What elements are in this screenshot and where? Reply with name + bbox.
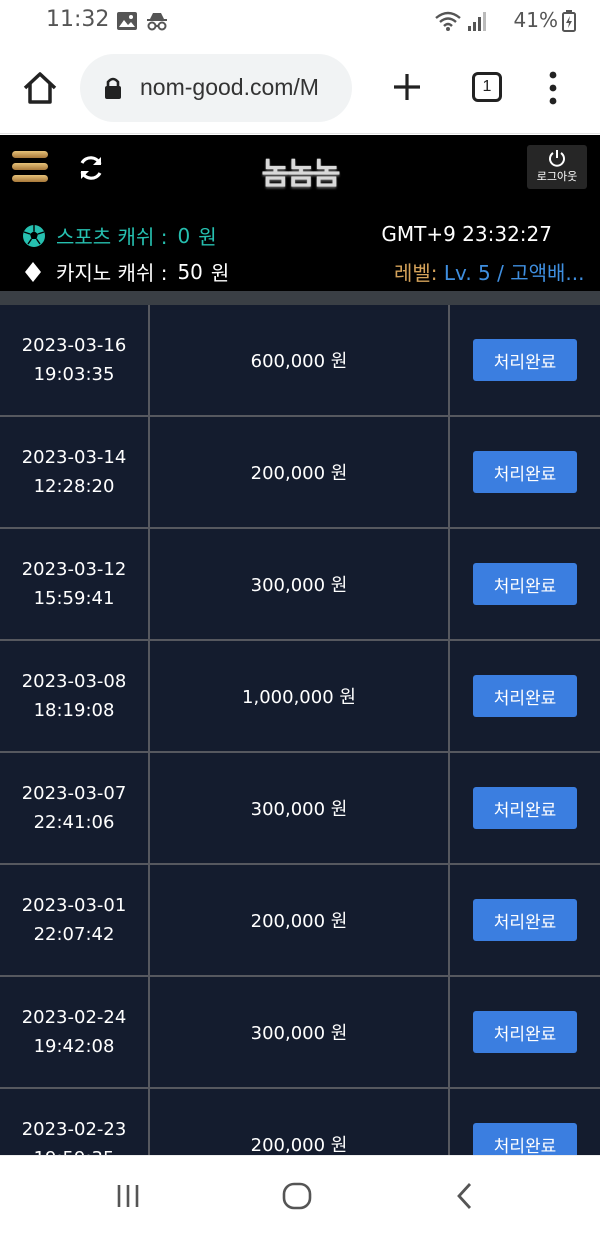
address-bar[interactable]: nom-good.com/M	[80, 54, 352, 122]
table-row: 2023-02-23 19:59:35 200,000 원 처리완료	[0, 1089, 600, 1155]
level-label: 레벨:	[394, 261, 438, 285]
diamond-icon	[25, 261, 41, 282]
logout-button[interactable]: 로그아웃	[527, 145, 587, 189]
sports-cash-label: 스포츠 캐쉬 :	[56, 225, 168, 249]
incognito-icon	[147, 13, 167, 31]
row-time: 19:59:35	[0, 1144, 148, 1155]
status-button[interactable]: 처리완료	[473, 787, 577, 829]
wifi-icon	[435, 11, 461, 31]
amount-cell: 200,000 원	[150, 865, 450, 975]
home-circle-icon[interactable]	[281, 1180, 313, 1212]
table-row: 2023-03-16 19:03:35 600,000 원 처리완료	[0, 305, 600, 417]
url-text: nom-good.com/M	[140, 74, 319, 100]
date-cell: 2023-03-08 18:19:08	[0, 641, 150, 751]
row-date: 2023-02-23	[21, 1119, 127, 1140]
browser-toolbar: nom-good.com/M 1	[0, 44, 600, 134]
date-cell: 2023-02-23 19:59:35	[0, 1089, 150, 1155]
date-cell: 2023-03-01 22:07:42	[0, 865, 150, 975]
amount-cell: 200,000 원	[150, 1089, 450, 1155]
amount-cell: 1,000,000 원	[150, 641, 450, 751]
lock-icon	[105, 77, 121, 99]
table-row: 2023-03-12 15:59:41 300,000 원 처리완료	[0, 529, 600, 641]
date-cell: 2023-03-12 15:59:41	[0, 529, 150, 639]
back-icon[interactable]	[450, 1180, 482, 1212]
signal-icon	[468, 12, 486, 31]
table-row: 2023-03-01 22:07:42 200,000 원 처리완료	[0, 865, 600, 977]
row-date: 2023-03-07	[21, 783, 127, 804]
row-date: 2023-03-01	[21, 895, 127, 916]
site-header: 놈놈놈 로그아웃	[0, 135, 600, 201]
refresh-icon[interactable]	[76, 153, 106, 183]
table-row: 2023-03-07 22:41:06 300,000 원 처리완료	[0, 753, 600, 865]
row-date: 2023-03-16	[21, 335, 127, 356]
row-date: 2023-03-12	[21, 559, 127, 580]
casino-cash-label: 카지노 캐쉬 :	[56, 261, 168, 285]
sports-cash-unit: 원	[198, 225, 217, 249]
row-time: 18:19:08	[33, 700, 115, 721]
table-row: 2023-03-08 18:19:08 1,000,000 원 처리완료	[0, 641, 600, 753]
balance-panel: 스포츠 캐쉬 : 0 원 카지노 캐쉬 : 50 원 GMT+9 23:32:2…	[0, 201, 600, 291]
status-button[interactable]: 처리완료	[473, 339, 577, 381]
recent-apps-icon[interactable]	[112, 1180, 144, 1212]
level-value[interactable]: Lv. 5 / 고액배...	[444, 261, 584, 285]
transaction-table[interactable]: 2023-03-16 19:03:35 600,000 원 처리완료 2023-…	[0, 305, 600, 1155]
amount-cell: 300,000 원	[150, 753, 450, 863]
home-icon[interactable]	[20, 68, 60, 108]
hamburger-menu-icon[interactable]	[12, 151, 48, 185]
status-button[interactable]: 처리완료	[473, 451, 577, 493]
status-button[interactable]: 처리완료	[473, 899, 577, 941]
amount-cell: 600,000 원	[150, 305, 450, 415]
server-clock: GMT+9 23:32:27	[381, 222, 552, 246]
battery-percent: 41%	[513, 8, 558, 32]
amount-cell: 200,000 원	[150, 417, 450, 527]
row-time: 22:41:06	[33, 812, 115, 833]
row-date: 2023-03-08	[21, 671, 127, 692]
tab-switcher-icon[interactable]: 1	[472, 72, 502, 102]
status-time: 11:32	[46, 7, 110, 32]
status-button[interactable]: 처리완료	[473, 675, 577, 717]
row-time: 19:42:08	[33, 1036, 115, 1057]
status-button[interactable]: 처리완료	[473, 1123, 577, 1155]
table-row: 2023-03-14 12:28:20 200,000 원 처리완료	[0, 417, 600, 529]
site-logo[interactable]: 놈놈놈	[248, 149, 352, 192]
date-cell: 2023-03-16 19:03:35	[0, 305, 150, 415]
row-time: 12:28:20	[33, 476, 115, 497]
row-time: 15:59:41	[33, 588, 115, 609]
logout-label: 로그아웃	[536, 170, 578, 183]
power-icon	[549, 150, 565, 167]
row-date: 2023-03-14	[21, 447, 127, 468]
status-button[interactable]: 처리완료	[473, 563, 577, 605]
casino-cash-row: 카지노 캐쉬 : 50 원	[22, 257, 229, 286]
casino-cash-value: 50	[177, 259, 203, 284]
row-date: 2023-02-24	[21, 1007, 127, 1028]
battery-icon	[562, 10, 576, 32]
divider	[0, 291, 600, 305]
soccer-ball-icon	[23, 224, 45, 247]
system-nav-bar	[0, 1155, 600, 1234]
more-vert-icon[interactable]	[546, 68, 560, 108]
image-icon	[117, 12, 137, 30]
amount-cell: 300,000 원	[150, 977, 450, 1087]
level-row: 레벨: Lv. 5 / 고액배...	[394, 257, 584, 286]
status-bar: 11:32 41%	[0, 0, 600, 44]
status-button[interactable]: 처리완료	[473, 1011, 577, 1053]
amount-cell: 300,000 원	[150, 529, 450, 639]
row-time: 19:03:35	[33, 364, 115, 385]
date-cell: 2023-02-24 19:42:08	[0, 977, 150, 1087]
date-cell: 2023-03-14 12:28:20	[0, 417, 150, 527]
date-cell: 2023-03-07 22:41:06	[0, 753, 150, 863]
plus-icon[interactable]	[390, 70, 424, 104]
row-time: 22:07:42	[33, 924, 115, 945]
sports-cash-row: 스포츠 캐쉬 : 0 원	[22, 221, 217, 250]
casino-cash-unit: 원	[210, 261, 230, 285]
sports-cash-value: 0	[177, 223, 191, 248]
table-row: 2023-02-24 19:42:08 300,000 원 처리완료	[0, 977, 600, 1089]
